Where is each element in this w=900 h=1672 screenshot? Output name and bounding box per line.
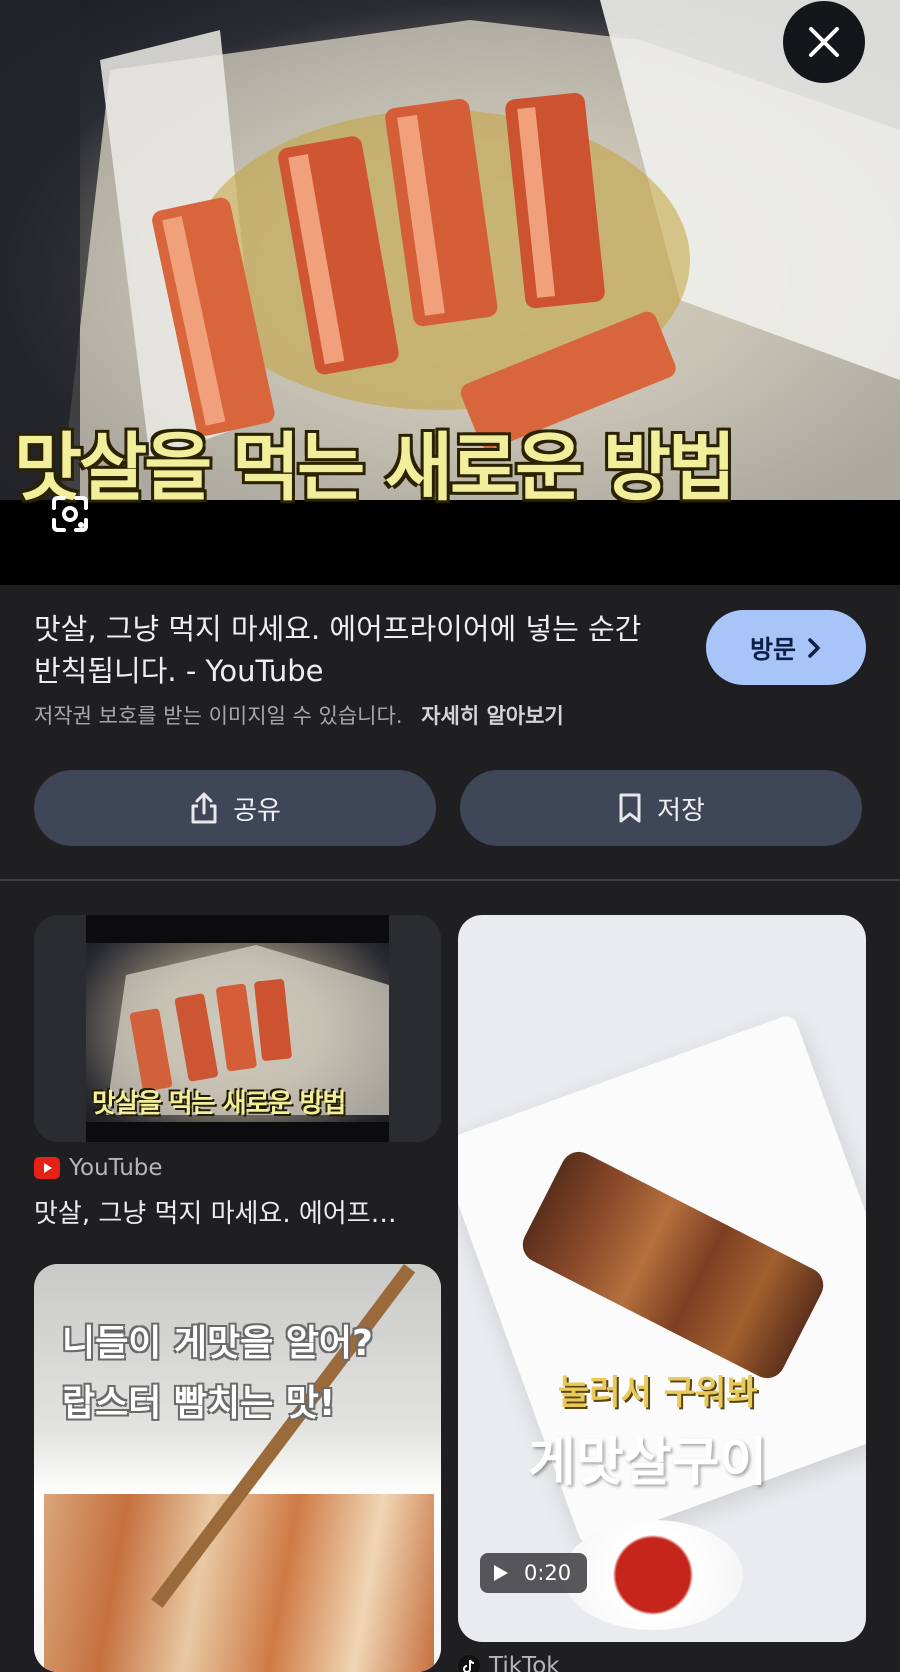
share-button[interactable]: 공유 (34, 770, 436, 846)
sauce-illustration (563, 1520, 743, 1630)
bookmark-icon (619, 793, 641, 823)
save-button[interactable]: 저장 (460, 770, 862, 846)
section-divider (0, 879, 900, 881)
play-icon (494, 1565, 508, 1581)
video-duration-badge: 0:20 (480, 1553, 588, 1593)
lens-search-button[interactable] (46, 490, 94, 538)
related-caption-small: 눌러서 구워봐 (558, 1373, 758, 1413)
copyright-notice: 저작권 보호를 받는 이미지일 수 있습니다. 자세히 알아보기 (34, 700, 564, 730)
chevron-right-icon (808, 637, 820, 658)
related-thumbnail-caption: 맛살을 먹는 새로운 방법 (92, 1089, 346, 1119)
video-duration: 0:20 (524, 1561, 572, 1585)
hero-image[interactable]: 맛살을 먹는 새로운 방법 (0, 0, 900, 585)
result-title[interactable]: 맛살, 그냥 먹지 마세요. 에어프라이어에 넣는 순간 반칙됩니다. - Yo… (34, 608, 674, 692)
thumbnail-letterbox-top (86, 915, 389, 943)
close-button[interactable] (783, 1, 865, 83)
food-illustration (44, 1494, 434, 1672)
visit-button[interactable]: 방문 (706, 610, 866, 685)
hero-caption: 맛살을 먹는 새로운 방법 (14, 425, 736, 511)
related-source-youtube: YouTube (34, 1155, 163, 1181)
visit-button-label: 방문 (749, 634, 796, 664)
close-icon (809, 27, 839, 57)
related-caption-line2: 랍스터 빰치는 맛! (62, 1383, 336, 1424)
related-card-youtube[interactable]: 맛살을 먹는 새로운 방법 (34, 915, 441, 1142)
learn-more-link[interactable]: 자세히 알아보기 (421, 704, 564, 728)
copyright-text: 저작권 보호를 받는 이미지일 수 있습니다. (34, 704, 403, 728)
source-name: TikTok (489, 1653, 560, 1672)
related-caption-line1: 니들이 게맛을 알어? (62, 1323, 373, 1364)
youtube-icon (34, 1157, 60, 1179)
share-icon (191, 792, 217, 824)
lens-icon (52, 496, 88, 532)
related-card-tiktok[interactable]: 눌러서 구워봐 게맛살구이 0:20 (458, 915, 866, 1642)
related-source-tiktok: TikTok (458, 1653, 560, 1672)
related-caption-big: 게맛살구이 (528, 1433, 768, 1493)
save-button-label: 저장 (657, 795, 705, 826)
source-name: YouTube (69, 1155, 163, 1181)
thumbnail-letterbox-bottom (86, 1122, 389, 1142)
share-button-label: 공유 (233, 795, 281, 826)
related-card-lobster[interactable]: 니들이 게맛을 알어? 랍스터 빰치는 맛! (34, 1264, 441, 1672)
related-title[interactable]: 맛살, 그냥 먹지 마세요. 에어프… (34, 1193, 441, 1230)
tiktok-icon (458, 1655, 480, 1672)
